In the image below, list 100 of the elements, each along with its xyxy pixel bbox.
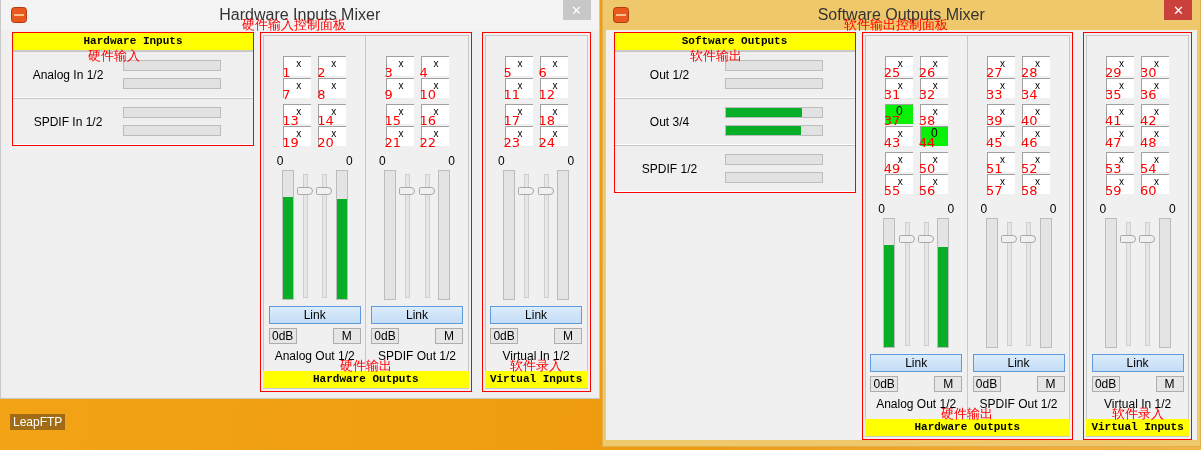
annotation-number: 43: [883, 136, 901, 149]
zero-db-button[interactable]: 0dB: [268, 328, 297, 344]
volume-slider[interactable]: [1139, 222, 1156, 346]
volume-slider[interactable]: [297, 174, 313, 298]
peak-value: 0: [448, 154, 455, 168]
annotation-number: 1: [282, 66, 291, 79]
annotation-number: 35: [1105, 88, 1122, 101]
section-footer: Virtual Inputs: [1086, 419, 1189, 437]
annotation-number: 50: [918, 162, 936, 175]
channel-label: SPDIF In 1/2: [32, 114, 104, 129]
peak-value: 0: [276, 154, 284, 168]
annotation-number: 48: [1140, 136, 1157, 149]
volume-slider[interactable]: [1000, 222, 1017, 346]
zero-db-button[interactable]: 0dB: [371, 328, 399, 344]
annotation-number: 21: [384, 136, 402, 149]
annotation-number: 18: [538, 114, 556, 127]
annotation-number: 55: [883, 184, 901, 197]
link-button[interactable]: Link: [870, 354, 963, 372]
annotation-number: 10: [419, 88, 437, 101]
annotation-number: 12: [538, 88, 556, 101]
mute-button[interactable]: M: [1036, 376, 1065, 392]
annotation-number: 5: [503, 66, 512, 79]
annotation-number: 19: [282, 136, 299, 149]
annotation-number: 22: [419, 136, 437, 149]
mute-button[interactable]: M: [435, 328, 463, 344]
peak-value: 0: [878, 202, 885, 216]
annotation-text: 硬件输入: [88, 49, 140, 62]
annotation-number: 16: [419, 114, 437, 127]
link-button[interactable]: Link: [972, 354, 1065, 372]
channel-label: Out 1/2: [648, 67, 691, 82]
volume-slider[interactable]: [1020, 222, 1037, 346]
annotation-number: 33: [986, 88, 1003, 101]
zero-db-button[interactable]: 0dB: [870, 376, 899, 392]
mute-button[interactable]: M: [332, 328, 361, 344]
peak-value: 0: [980, 202, 988, 216]
mute-button[interactable]: M: [1155, 376, 1184, 392]
section-footer: Hardware Outputs: [864, 419, 1071, 437]
annotation-number: 59: [1105, 184, 1122, 197]
annotation-number: 27: [986, 66, 1003, 79]
annotation-number: 13: [282, 114, 299, 127]
section-footer: Hardware Outputs: [263, 371, 469, 389]
volume-slider[interactable]: [537, 174, 554, 298]
annotation-number: 60: [1140, 184, 1157, 197]
annotation-number: 52: [1021, 162, 1038, 175]
channel-label: Out 3/4: [648, 114, 691, 129]
volume-slider[interactable]: [898, 222, 915, 346]
peak-value: 0: [947, 202, 955, 216]
app-icon: [612, 7, 629, 23]
link-button[interactable]: Link: [371, 306, 463, 324]
annotation-number: 20: [317, 136, 334, 149]
channel-label: SPDIF 1/2: [640, 161, 699, 176]
link-button[interactable]: Link: [268, 306, 361, 324]
link-button[interactable]: Link: [490, 306, 583, 324]
mute-button[interactable]: M: [934, 376, 963, 392]
annotation-number: 45: [986, 136, 1003, 149]
desktop-icon-label[interactable]: LeapFTP: [10, 414, 66, 430]
annotation-number: 31: [883, 88, 901, 101]
link-button[interactable]: Link: [1091, 354, 1184, 372]
annotation-number: 6: [538, 66, 547, 79]
volume-slider[interactable]: [418, 174, 435, 298]
annotation-number: 39: [986, 114, 1003, 127]
annotation-number: 47: [1105, 136, 1122, 149]
peak-value: 0: [1049, 202, 1057, 216]
annotation-number: 49: [883, 162, 901, 175]
annotation-number: 7: [282, 88, 291, 101]
peak-value: 0: [567, 154, 575, 168]
annotation-number: 28: [1021, 66, 1038, 79]
annotation-number: 36: [1140, 88, 1157, 101]
annotation-number: 46: [1021, 136, 1038, 149]
annotation-number: 42: [1140, 114, 1157, 127]
volume-slider[interactable]: [518, 174, 535, 298]
zero-db-button[interactable]: 0dB: [1091, 376, 1120, 392]
annotation-number: 8: [317, 88, 326, 101]
annotation-number: 15: [384, 114, 402, 127]
volume-slider[interactable]: [316, 174, 333, 298]
volume-slider[interactable]: [1119, 222, 1136, 346]
annotation-number: 26: [918, 66, 936, 79]
annotation-number: 30: [1140, 66, 1157, 79]
annotation-text: 软件输出: [689, 49, 742, 62]
app-icon: [11, 7, 27, 23]
annotation-number: 38: [918, 114, 936, 127]
annotation-number: 17: [503, 114, 521, 127]
peak-value: 0: [498, 154, 505, 168]
zero-db-button[interactable]: 0dB: [490, 328, 519, 344]
annotation-number: 14: [317, 114, 334, 127]
annotation-number: 9: [384, 88, 393, 101]
section-footer: Virtual Inputs: [484, 371, 588, 389]
zero-db-button[interactable]: 0dB: [972, 376, 1001, 392]
close-button[interactable]: ✕: [1164, 0, 1192, 20]
annotation-number: 40: [1021, 114, 1038, 127]
volume-slider[interactable]: [917, 222, 934, 346]
channel-label: Analog In 1/2: [31, 67, 105, 82]
annotation-number: 4: [419, 66, 428, 79]
mute-button[interactable]: M: [554, 328, 583, 344]
annotation-number: 34: [1021, 88, 1038, 101]
peak-value: 0: [379, 154, 386, 168]
annotation-number: 53: [1105, 162, 1122, 175]
annotation-number: 41: [1105, 114, 1122, 127]
volume-slider[interactable]: [399, 174, 416, 298]
peak-value: 0: [1168, 202, 1176, 216]
